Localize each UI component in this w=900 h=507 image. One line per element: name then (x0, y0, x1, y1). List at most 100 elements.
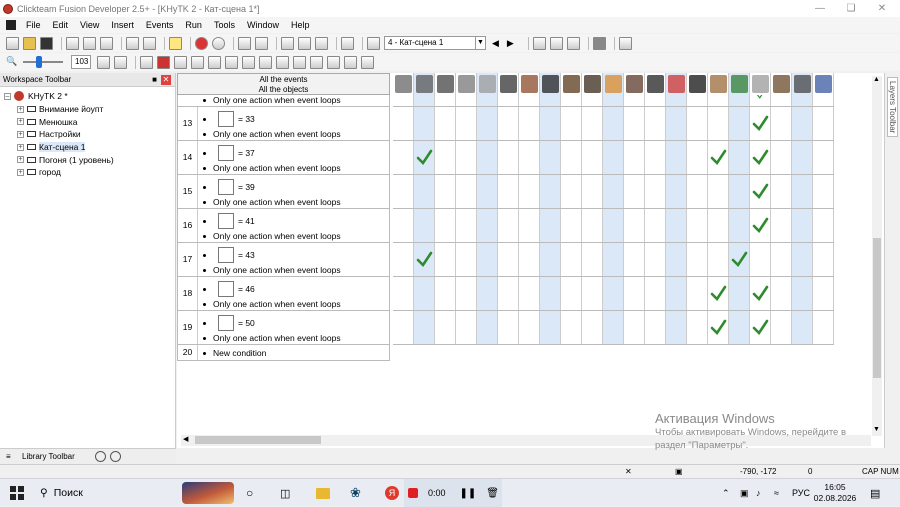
object-header-icon[interactable] (605, 75, 622, 93)
frame-editor-icon[interactable] (255, 36, 268, 50)
menu-insert[interactable]: Insert (105, 17, 140, 33)
checkmark-icon[interactable] (731, 251, 748, 268)
condition-line[interactable]: Only one action when event loops (203, 197, 341, 207)
condition-line[interactable]: Only one action when event loops (203, 299, 341, 309)
checkmark-icon[interactable] (752, 115, 769, 132)
scroll-up-icon[interactable]: ▲ (873, 76, 880, 83)
condition-line[interactable]: Only one action when event loops (203, 163, 341, 173)
new-condition-row[interactable]: 20 New condition (177, 345, 390, 361)
help-icon[interactable] (169, 36, 182, 50)
filter-icon-11[interactable] (310, 55, 323, 69)
tree-item-frame-selected[interactable]: + Кат-сцена 1 (0, 141, 175, 154)
checkmark-icon[interactable] (416, 251, 433, 268)
sound-icon[interactable]: ♪ (756, 479, 761, 507)
event-conditions[interactable]: = 50 Only one action when event loops (199, 311, 390, 344)
toggle-icon-b[interactable] (114, 55, 127, 69)
redo-icon[interactable] (143, 36, 156, 50)
scrollbar-thumb[interactable] (195, 436, 321, 444)
event-row[interactable]: 15 = 39 Only one action when event loops (177, 175, 390, 209)
tree-item-frame[interactable]: + Менюшка (0, 115, 175, 128)
condition-line[interactable]: = 39 (203, 179, 255, 195)
pin-icon[interactable]: ■ (152, 73, 157, 87)
copy-icon[interactable] (83, 36, 96, 50)
layers-toolbar-tab[interactable]: Layers Toolbar (887, 77, 898, 137)
event-list-icon[interactable] (315, 36, 328, 50)
object-header-icon[interactable] (542, 75, 559, 93)
maximize-button[interactable]: ❏ (836, 0, 866, 17)
wifi-icon[interactable]: ≈ (774, 479, 779, 507)
prev-frame-icon[interactable]: ◀ (492, 38, 499, 49)
object-header-icon[interactable] (815, 75, 832, 93)
filter-icon-6[interactable] (225, 55, 238, 69)
frame-combo[interactable]: 4 - Кат-сцена 1 ▼ (384, 36, 486, 50)
minimize-button[interactable]: — (805, 0, 835, 17)
condition-line[interactable]: = 37 (203, 145, 255, 161)
scroll-down-icon[interactable]: ▼ (873, 426, 880, 433)
undo-icon[interactable] (126, 36, 139, 50)
clock[interactable]: 16:05 02.08.2026 (814, 479, 857, 507)
collapse-icon[interactable]: – (4, 92, 11, 100)
event-row[interactable]: 13 = 33 Only one action when event loops (177, 107, 390, 141)
event-row[interactable]: 19 = 50 Only one action when event loops (177, 311, 390, 345)
filter-icon-5[interactable] (208, 55, 221, 69)
object-header-icon[interactable] (752, 75, 769, 93)
expand-icon[interactable]: + (17, 143, 24, 151)
language-indicator[interactable]: РУС (792, 479, 810, 507)
checkmark-icon[interactable] (752, 319, 769, 336)
object-header-icon[interactable] (416, 75, 433, 93)
object-header-icon[interactable] (773, 75, 790, 93)
event-row[interactable]: 17 = 43 Only one action when event loops (177, 243, 390, 277)
event-conditions[interactable]: = 33 Only one action when event loops (199, 107, 390, 140)
filter-icon-4[interactable] (191, 55, 204, 69)
open-icon[interactable] (23, 36, 36, 50)
object-header-icon[interactable] (437, 75, 454, 93)
bookmark-icon[interactable] (618, 36, 632, 50)
chevron-up-icon[interactable]: ⌃ (722, 479, 730, 507)
insert-comment-icon[interactable] (549, 36, 563, 50)
checkmark-icon[interactable] (416, 149, 433, 166)
object-header-icon[interactable] (647, 75, 664, 93)
filter-icon-2[interactable] (157, 55, 170, 69)
storyboard-icon[interactable] (238, 36, 251, 50)
network-icon[interactable]: ▣ (740, 479, 749, 507)
stop-icon[interactable] (195, 36, 208, 50)
object-header-icon[interactable] (500, 75, 517, 93)
save-icon[interactable] (40, 36, 53, 50)
object-header-icon[interactable] (626, 75, 643, 93)
condition-line[interactable]: Only one action when event loops (203, 231, 341, 241)
recorder-widget[interactable]: 0:00 ❚❚ 🗑 (404, 479, 502, 507)
event-row[interactable]: 14 = 37 Only one action when event loops (177, 141, 390, 175)
object-header-icon[interactable] (521, 75, 538, 93)
close-button[interactable]: ✕ (867, 0, 897, 17)
filter-icon-10[interactable] (293, 55, 306, 69)
search-icon[interactable] (95, 451, 106, 462)
toggle-icon-a[interactable] (97, 55, 110, 69)
event-row[interactable]: 18 = 46 Only one action when event loops (177, 277, 390, 311)
condition-line[interactable]: = 33 (203, 111, 255, 127)
tree-item-frame[interactable]: + город (0, 166, 175, 179)
yandex-icon[interactable]: Я (385, 479, 399, 507)
tree-root[interactable]: – KHyTK 2 * (0, 90, 175, 103)
object-header-icon[interactable] (710, 75, 727, 93)
object-header-icon[interactable] (563, 75, 580, 93)
checkmark-icon[interactable] (710, 319, 727, 336)
filter-icon-1[interactable] (140, 55, 153, 69)
object-header-icon[interactable] (689, 75, 706, 93)
pause-icon[interactable]: ❚❚ (460, 488, 477, 499)
condition-line[interactable]: = 50 (203, 315, 255, 331)
paste-icon[interactable] (100, 36, 113, 50)
vertical-scrollbar[interactable]: ▲ ▼ (872, 76, 882, 436)
insert-group-icon[interactable] (566, 36, 580, 50)
event-conditions[interactable]: = 43 Only one action when event loops (199, 243, 390, 276)
event-row[interactable]: 16 = 41 Only one action when event loops (177, 209, 390, 243)
partial-event-row[interactable]: Only one action when event loops (177, 95, 390, 107)
event-conditions[interactable]: = 41 Only one action when event loops (199, 209, 390, 242)
object-header-icon[interactable] (794, 75, 811, 93)
zoom-slider[interactable] (23, 56, 63, 68)
expand-icon[interactable]: + (17, 156, 24, 164)
checkmark-icon[interactable] (752, 285, 769, 302)
object-header-icon[interactable] (668, 75, 685, 93)
object-header-icon[interactable] (479, 75, 496, 93)
menu-run[interactable]: Run (179, 17, 208, 33)
checkmark-icon[interactable] (710, 285, 727, 302)
